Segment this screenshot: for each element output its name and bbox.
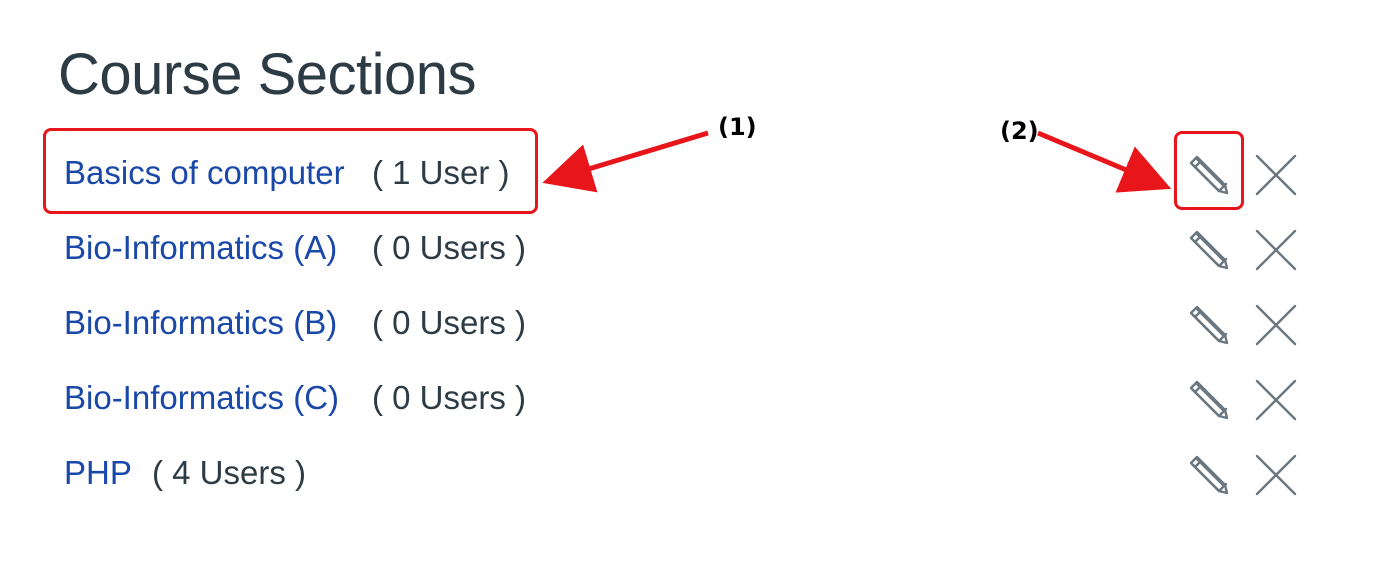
annotation-arrow-2: [1037, 130, 1172, 193]
annotation-arrow-1: [542, 130, 709, 193]
annotation-arrows: [542, 130, 1172, 193]
